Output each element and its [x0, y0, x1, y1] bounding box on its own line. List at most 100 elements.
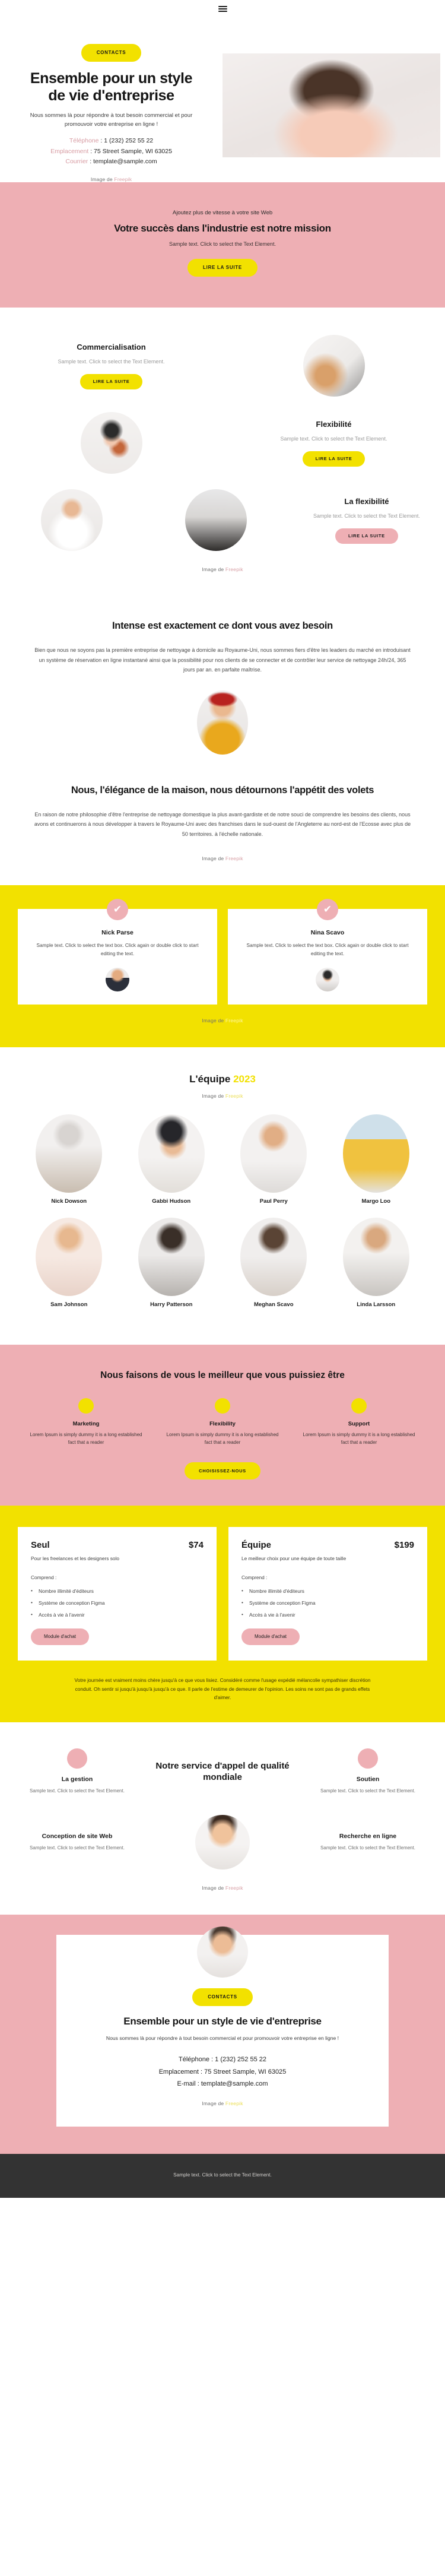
- freepik-link[interactable]: Freepik: [114, 176, 132, 182]
- check-icon: ✔: [317, 899, 338, 921]
- freepik-link[interactable]: Freepik: [225, 566, 243, 572]
- world-service-row-2: Conception de site Web Sample text. Clic…: [18, 1815, 427, 1870]
- service-photo-girl-beanie: [80, 412, 142, 474]
- freepik-link[interactable]: Freepik: [225, 1093, 243, 1099]
- service-text: Sample text. Click to select the Text El…: [280, 435, 387, 442]
- world-service-text: Sample text. Click to select the Text El…: [320, 1845, 415, 1851]
- pricing-plan-desc: Pour les freelances et les designers sol…: [31, 1555, 119, 1562]
- team-member-name: Gabbi Hudson: [152, 1197, 191, 1205]
- team-member-photo: [240, 1114, 307, 1193]
- team-member-photo: [240, 1217, 307, 1296]
- world-service-title: Conception de site Web: [42, 1833, 113, 1840]
- circle-icon: [351, 1398, 367, 1414]
- team-member: Meghan Scavo: [223, 1217, 325, 1308]
- pricing-feature: Nombre illimité d'éditeurs: [241, 1588, 414, 1594]
- team-member-photo: [342, 1114, 409, 1193]
- pricing-section: Seul $74 Pour les freelances et les desi…: [0, 1506, 445, 1722]
- pricing-feature: Accès à vie à l'avenir: [241, 1611, 414, 1618]
- freepik-link[interactable]: Freepik: [225, 1885, 243, 1891]
- services-section: Commercialisation Sample text. Click to …: [0, 308, 445, 592]
- world-service-col-web: Conception de site Web Sample text. Clic…: [18, 1833, 136, 1852]
- service-card-la-flexibilite: La flexibilité Sample text. Click to sel…: [288, 497, 445, 544]
- world-service-image-credit: Image de Freepik: [0, 1885, 445, 1891]
- intense-photo-man-yellow: [197, 690, 248, 755]
- hero-photo-woman: [223, 53, 440, 157]
- service-card-flexibilite: Flexibilité Sample text. Click to select…: [223, 420, 445, 467]
- hero-section: CONTACTS Ensemble pour un style de vie d…: [0, 18, 445, 182]
- freepik-link[interactable]: Freepik: [225, 2100, 243, 2106]
- service-image-wrap-1: [223, 335, 445, 397]
- choose-us-button[interactable]: CHOISISSEZ-NOUS: [185, 1462, 260, 1480]
- team-member-photo: [138, 1217, 205, 1296]
- top-navigation-bar: [0, 0, 445, 18]
- testimonials-image-credit: Image de Freepik: [0, 1018, 445, 1024]
- mission-section: Ajoutez plus de vitesse à votre site Web…: [0, 182, 445, 308]
- mission-read-more-button[interactable]: LIRE LA SUITE: [187, 259, 258, 277]
- best-column-flexibility: Flexibility Lorem Ipsum is simply dummy …: [154, 1398, 291, 1447]
- team-member: Sam Johnson: [18, 1217, 120, 1308]
- hero-title: Ensemble pour un style de vie d'entrepri…: [30, 70, 193, 104]
- testimonial-grid: ✔ Nick Parse Sample text. Click to selec…: [18, 899, 427, 1005]
- intense-section: Intense est exactement ce dont vous avez…: [0, 592, 445, 778]
- world-service-text: Sample text. Click to select the Text El…: [30, 1845, 125, 1851]
- best-columns: Marketing Lorem Ipsum is simply dummy it…: [18, 1398, 427, 1447]
- freepik-link[interactable]: Freepik: [225, 856, 243, 861]
- buy-module-button[interactable]: Module d'achat: [241, 1628, 300, 1646]
- pricing-feature-list: Nombre illimité d'éditeurs Système de co…: [241, 1588, 414, 1618]
- testimonial-text: Sample text. Click to select the text bo…: [246, 942, 409, 957]
- best-section: Nous faisons de vous le meilleur que vou…: [0, 1344, 445, 1506]
- team-member-photo: [36, 1217, 103, 1296]
- elegance-image-credit: Image de Freepik: [0, 856, 445, 861]
- contact-contacts-button[interactable]: CONTACTS: [192, 1988, 253, 2007]
- freepik-link[interactable]: Freepik: [225, 1018, 243, 1024]
- page-root: CONTACTS Ensemble pour un style de vie d…: [0, 0, 445, 2198]
- buy-module-button[interactable]: Module d'achat: [31, 1628, 90, 1646]
- hero-location-row: Emplacement : 75 Street Sample, WI 63025: [20, 147, 202, 157]
- service-photo-desk: [303, 335, 365, 397]
- testimonial-text: Sample text. Click to select the text bo…: [36, 942, 199, 957]
- team-member-name: Harry Patterson: [150, 1301, 193, 1308]
- pricing-plan-name: Seul: [31, 1540, 50, 1551]
- hero-location-value: : 75 Street Sample, WI 63025: [90, 147, 172, 155]
- pricing-feature: Accès à vie à l'avenir: [31, 1611, 204, 1618]
- team-member: Nick Dowson: [18, 1114, 120, 1205]
- credit-prefix: Image de: [202, 856, 224, 862]
- world-service-title: Recherche en ligne: [339, 1833, 397, 1840]
- best-column-title: Marketing: [72, 1420, 100, 1427]
- service-read-more-button[interactable]: LIRE LA SUITE: [80, 374, 143, 389]
- service-read-more-button[interactable]: LIRE LA SUITE: [335, 528, 398, 544]
- team-section: L'équipe 2023 Image de Freepik Nick Dows…: [0, 1047, 445, 1345]
- team-member-photo: [342, 1217, 409, 1296]
- world-service-title: Soutien: [356, 1775, 380, 1783]
- credit-prefix: Image de: [202, 1885, 224, 1891]
- hero-contacts-button[interactable]: CONTACTS: [81, 44, 142, 62]
- circle-icon: [215, 1398, 230, 1414]
- pricing-feature: Nombre illimité d'éditeurs: [31, 1588, 204, 1594]
- credit-prefix: Image de: [202, 566, 224, 573]
- team-member-name: Linda Larsson: [357, 1301, 396, 1308]
- hamburger-menu-icon[interactable]: [218, 4, 227, 13]
- intense-body: Bien que nous ne soyons pas la première …: [34, 647, 411, 673]
- pricing-header: Seul $74: [31, 1540, 204, 1550]
- service-card-commercialisation: Commercialisation Sample text. Click to …: [0, 343, 223, 389]
- best-column-marketing: Marketing Lorem Ipsum is simply dummy it…: [18, 1398, 154, 1447]
- pricing-plan-desc: Le meilleur choix pour une équipe de tou…: [241, 1555, 347, 1562]
- world-service-heading: Notre service d'appel de qualité mondial…: [155, 1760, 290, 1783]
- check-icon: ✔: [107, 899, 128, 921]
- team-year: 2023: [233, 1073, 256, 1085]
- pricing-feature-list: Nombre illimité d'éditeurs Système de co…: [31, 1588, 204, 1618]
- contact-phone: Téléphone : 1 (232) 252 55 22: [178, 2056, 266, 2064]
- credit-prefix: Image de: [202, 2100, 224, 2107]
- service-read-more-button[interactable]: LIRE LA SUITE: [302, 451, 365, 467]
- testimonial-name: Nick Parse: [101, 929, 134, 937]
- hero-phone-label: Téléphone: [69, 137, 99, 145]
- pricing-feature: Système de conception Figma: [31, 1599, 204, 1606]
- best-column-title: Support: [348, 1420, 370, 1427]
- circle-icon: [78, 1398, 94, 1414]
- service-title: Flexibilité: [316, 419, 352, 429]
- pricing-note: Votre journée est vraiment moins chère j…: [74, 1677, 371, 1701]
- world-service-text: Sample text. Click to select the Text El…: [30, 1788, 125, 1794]
- best-column-text: Lorem Ipsum is simply dummy it is a long…: [303, 1431, 415, 1445]
- service-title: Commercialisation: [77, 342, 146, 351]
- pricing-plan-price: $199: [394, 1540, 414, 1551]
